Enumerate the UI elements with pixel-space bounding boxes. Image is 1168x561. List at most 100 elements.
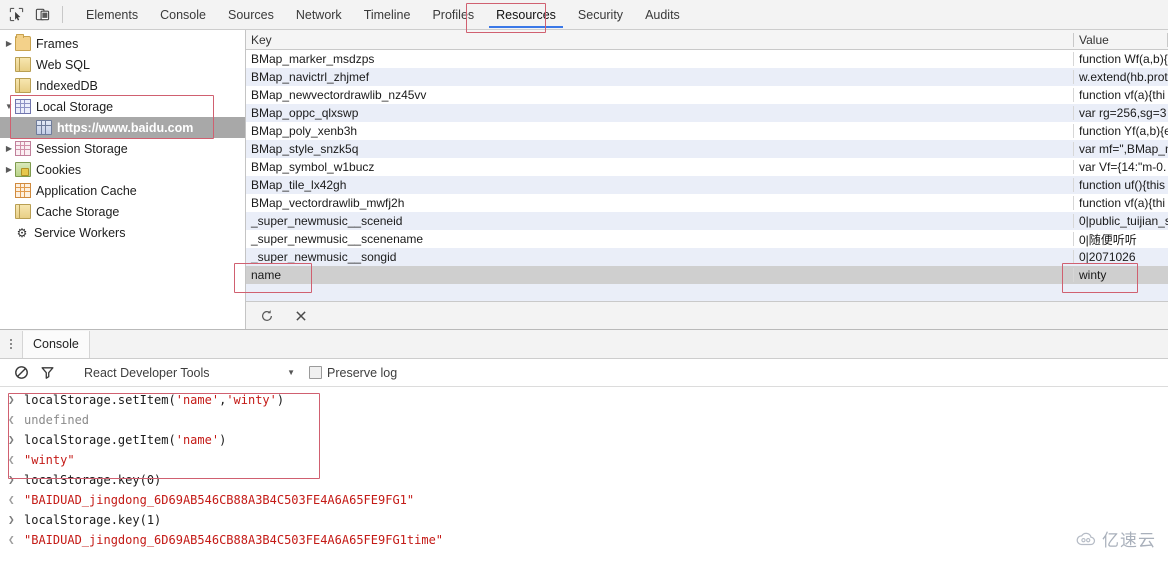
cell-key[interactable]: _super_newmusic__scenename	[246, 232, 1074, 246]
cell-key[interactable]: BMap_style_snzk5q	[246, 142, 1074, 156]
sidebar-item-cookies[interactable]: ▶ Cookies	[0, 159, 245, 180]
chevron-down-icon[interactable]: ▼	[3, 102, 15, 111]
drawer-tab-console[interactable]: Console	[22, 330, 90, 358]
sidebar-item-label: Session Storage	[36, 141, 128, 156]
console-output-line: ❮ "winty"	[0, 450, 1168, 470]
cell-value[interactable]: 0|public_tuijian_s	[1074, 214, 1168, 228]
cell-value[interactable]: var Vf={14:"m-0.	[1074, 160, 1168, 174]
clear-console-icon[interactable]	[8, 362, 34, 384]
console-output-line: ❮ undefined	[0, 410, 1168, 430]
watermark: 亿速云	[1075, 526, 1156, 551]
console-context-selector[interactable]: React Developer Tools ▼	[84, 366, 299, 380]
filter-icon[interactable]	[34, 362, 60, 384]
cell-key[interactable]: BMap_newvectordrawlib_nz45vv	[246, 88, 1074, 102]
database-icon	[15, 78, 31, 93]
cell-key[interactable]: BMap_symbol_w1bucz	[246, 160, 1074, 174]
cell-value[interactable]: w.extend(hb.prot	[1074, 70, 1168, 84]
table-row[interactable]: BMap_style_snzk5q var mf=",BMap_n	[246, 140, 1168, 158]
cell-key[interactable]: BMap_navictrl_zhjmef	[246, 70, 1074, 84]
table-row[interactable]: BMap_poly_xenb3h function Yf(a,b){e	[246, 122, 1168, 140]
cell-value[interactable]: function Wf(a,b){	[1074, 52, 1168, 66]
cell-value[interactable]: var rg=256,sg=3	[1074, 106, 1168, 120]
table-row[interactable]: BMap_navictrl_zhjmef w.extend(hb.prot	[246, 68, 1168, 86]
tab-resources[interactable]: Resources	[485, 0, 567, 29]
sidebar-item-session-storage[interactable]: ▶ Session Storage	[0, 138, 245, 159]
table-row[interactable]: name winty	[246, 266, 1168, 284]
cell-value[interactable]: 0|2071026	[1074, 250, 1168, 264]
drawer-menu-icon[interactable]	[0, 339, 22, 349]
cell-value[interactable]: function Yf(a,b){e	[1074, 124, 1168, 138]
chevron-right-icon[interactable]: ▶	[3, 144, 15, 153]
sidebar-item-local-storage[interactable]: ▼ Local Storage	[0, 96, 245, 117]
tab-label: Network	[295, 7, 342, 22]
cell-value[interactable]: winty	[1074, 268, 1168, 282]
tab-timeline[interactable]: Timeline	[353, 0, 422, 29]
console-line-text: localStorage.key(0)	[24, 473, 162, 487]
chevron-down-icon: ▼	[287, 368, 295, 377]
tab-sources[interactable]: Sources	[217, 0, 285, 29]
cell-value[interactable]: function uf(){this	[1074, 178, 1168, 192]
column-header-value[interactable]: Value	[1074, 32, 1168, 47]
tab-security[interactable]: Security	[567, 0, 634, 29]
refresh-button[interactable]	[258, 307, 276, 325]
storage-table-panel: Key Value BMap_marker_msdzps function Wf(…	[246, 30, 1168, 329]
console-message-list[interactable]: ❯ localStorage.setItem('name','winty') ❮ un…	[0, 387, 1168, 561]
sidebar-item-frames[interactable]: ▶ Frames	[0, 33, 245, 54]
database-icon	[15, 57, 31, 72]
cell-key[interactable]: _super_newmusic__songid	[246, 250, 1074, 264]
cell-key[interactable]: _super_newmusic__sceneid	[246, 214, 1074, 228]
tab-console[interactable]: Console	[149, 0, 217, 29]
drawer-tab-label: Console	[33, 337, 79, 351]
table-row[interactable]: BMap_vectordrawlib_mwfj2h function vf(a){…	[246, 194, 1168, 212]
tab-elements[interactable]: Elements	[75, 0, 149, 29]
table-row[interactable]: BMap_tile_lx42gh function uf(){this	[246, 176, 1168, 194]
storage-grid-icon	[15, 99, 31, 114]
sidebar-item-label: Cookies	[36, 162, 82, 177]
sidebar-item-application-cache[interactable]: Application Cache	[0, 180, 245, 201]
sidebar-item-service-workers[interactable]: ⚙ Service Workers	[0, 222, 245, 243]
result-arrow-icon: ❮	[8, 413, 15, 426]
tab-label: Console	[160, 7, 206, 22]
table-row[interactable]: BMap_oppc_qlxswp var rg=256,sg=3	[246, 104, 1168, 122]
inspect-element-icon[interactable]	[8, 6, 25, 23]
cell-key[interactable]: BMap_poly_xenb3h	[246, 124, 1074, 138]
cell-key[interactable]: BMap_tile_lx42gh	[246, 178, 1074, 192]
tab-label: Profiles	[432, 7, 475, 22]
cell-value[interactable]: 0|随便听听	[1074, 231, 1168, 248]
table-row[interactable]	[246, 284, 1168, 301]
tab-audits[interactable]: Audits	[634, 0, 691, 29]
cell-value[interactable]: function vf(a){thi	[1074, 88, 1168, 102]
chevron-right-icon[interactable]: ▶	[3, 165, 15, 174]
console-line-text: localStorage.setItem('name','winty')	[24, 393, 285, 407]
result-arrow-icon: ❮	[8, 453, 15, 466]
cell-key[interactable]: BMap_vectordrawlib_mwfj2h	[246, 196, 1074, 210]
tab-network[interactable]: Network	[285, 0, 353, 29]
console-line-text: localStorage.getItem('name')	[24, 433, 227, 447]
device-toolbar-icon[interactable]	[34, 6, 51, 23]
column-header-key[interactable]: Key	[246, 32, 1074, 47]
table-row[interactable]: BMap_marker_msdzps function Wf(a,b){	[246, 50, 1168, 68]
sidebar-item-https-www-baidu-com[interactable]: https://www.baidu.com	[0, 117, 245, 138]
delete-button[interactable]	[292, 307, 310, 325]
preserve-log-toggle[interactable]: Preserve log	[309, 366, 397, 380]
tab-profiles[interactable]: Profiles	[421, 0, 485, 29]
table-row[interactable]: BMap_symbol_w1bucz var Vf={14:"m-0.	[246, 158, 1168, 176]
prompt-arrow-icon: ❯	[8, 473, 15, 486]
table-row[interactable]: _super_newmusic__scenename 0|随便听听	[246, 230, 1168, 248]
table-row[interactable]: _super_newmusic__sceneid 0|public_tuijian…	[246, 212, 1168, 230]
sidebar-item-label: Local Storage	[36, 99, 114, 114]
table-row[interactable]: BMap_newvectordrawlib_nz45vv function vf(…	[246, 86, 1168, 104]
cell-key[interactable]: BMap_oppc_qlxswp	[246, 106, 1074, 120]
preserve-log-checkbox[interactable]	[309, 366, 322, 379]
result-arrow-icon: ❮	[8, 493, 15, 506]
sidebar-item-indexeddb[interactable]: IndexedDB	[0, 75, 245, 96]
chevron-right-icon[interactable]: ▶	[3, 39, 15, 48]
cell-value[interactable]: function vf(a){thi	[1074, 196, 1168, 210]
cell-value[interactable]: var mf=",BMap_n	[1074, 142, 1168, 156]
cell-key[interactable]: BMap_marker_msdzps	[246, 52, 1074, 66]
sidebar-item-web-sql[interactable]: Web SQL	[0, 54, 245, 75]
cell-key[interactable]: name	[246, 268, 1074, 282]
toolbar-divider	[62, 6, 63, 23]
table-row[interactable]: _super_newmusic__songid 0|2071026	[246, 248, 1168, 266]
sidebar-item-cache-storage[interactable]: Cache Storage	[0, 201, 245, 222]
